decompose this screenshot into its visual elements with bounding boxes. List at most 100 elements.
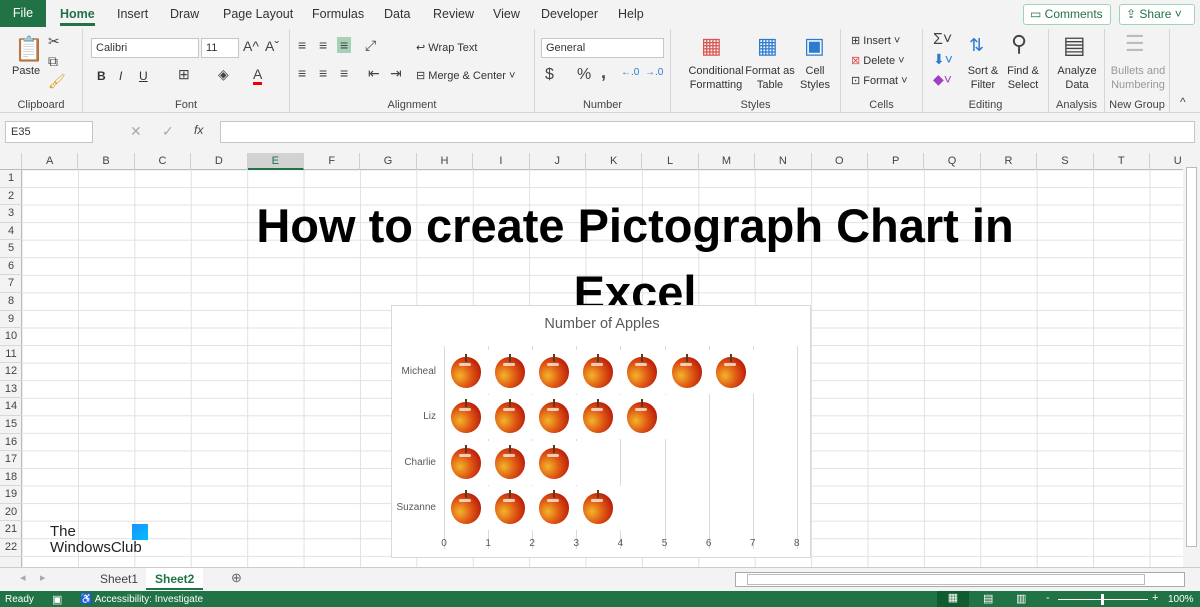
clear-icon[interactable]: ◆˅ <box>933 71 952 88</box>
increase-font-icon[interactable]: A^ <box>243 38 259 54</box>
font-color-icon[interactable]: A <box>253 66 263 85</box>
add-sheet-icon[interactable]: ⊕ <box>231 570 242 586</box>
autosum-icon[interactable]: Σ˅ <box>933 31 952 49</box>
bold-button[interactable]: B <box>97 69 106 83</box>
cancel-icon[interactable]: ✕ <box>130 123 142 140</box>
row-header[interactable]: 19 <box>0 486 22 504</box>
prev-sheet-icon[interactable]: ◂ <box>20 571 26 584</box>
row-header[interactable]: 15 <box>0 416 22 434</box>
decrease-font-icon[interactable]: Aˇ <box>265 38 279 54</box>
orientation-icon[interactable]: ⤢ <box>365 37 376 54</box>
column-header[interactable]: J <box>530 153 586 170</box>
tab-formulas[interactable]: Formulas <box>312 7 364 21</box>
insert-cells-button[interactable]: ⊞ Insert ˅ <box>851 34 900 47</box>
h-scroll-thumb[interactable] <box>747 574 1145 585</box>
comma-button[interactable]: , <box>601 62 606 83</box>
tab-data[interactable]: Data <box>384 7 410 21</box>
zoom-in-icon[interactable]: + <box>1152 592 1158 604</box>
tab-insert[interactable]: Insert <box>117 7 148 21</box>
format-painter-icon[interactable]: 🖌 <box>48 73 66 90</box>
column-header[interactable]: R <box>981 153 1038 170</box>
column-header[interactable]: A <box>22 153 79 170</box>
row-header[interactable]: 21 <box>0 521 22 539</box>
bullets-button[interactable]: Bullets and Numbering <box>1107 64 1169 92</box>
borders-icon[interactable]: ⊞ <box>178 66 190 83</box>
row-header[interactable]: 14 <box>0 398 22 416</box>
tab-draw[interactable]: Draw <box>170 7 199 21</box>
number-format-select[interactable]: General <box>541 38 664 58</box>
merge-center-button[interactable]: ⊟ Merge & Center ˅ <box>416 69 515 82</box>
row-header[interactable]: 11 <box>0 346 22 364</box>
horizontal-scrollbar[interactable] <box>735 572 1185 587</box>
wrap-text-button[interactable]: ↩ Wrap Text <box>416 41 477 54</box>
zoom-out-icon[interactable]: - <box>1046 592 1050 604</box>
align-middle-icon[interactable]: ≡ <box>319 37 327 53</box>
row-header[interactable]: 13 <box>0 381 22 399</box>
row-header[interactable]: 3 <box>0 205 22 223</box>
paste-button[interactable]: Paste <box>12 65 40 77</box>
align-left-icon[interactable]: ≡ <box>298 65 306 81</box>
name-box[interactable]: E35 <box>5 121 93 143</box>
column-header[interactable]: P <box>868 153 925 170</box>
vertical-scrollbar[interactable] <box>1183 153 1200 567</box>
fill-color-icon[interactable]: ◈ <box>218 66 229 83</box>
copy-icon[interactable]: ⧉ <box>48 53 58 70</box>
row-header[interactable]: 12 <box>0 363 22 381</box>
column-header[interactable]: K <box>586 153 643 170</box>
align-center-icon[interactable]: ≡ <box>319 65 327 81</box>
decrease-indent-icon[interactable]: ⇤ <box>368 65 380 82</box>
page-break-view-icon[interactable]: ▥ <box>1016 592 1026 605</box>
conditional-formatting-button[interactable]: Conditional Formatting <box>681 64 751 92</box>
normal-view-icon[interactable]: ▦ <box>937 591 969 607</box>
cut-icon[interactable]: ✂ <box>48 33 60 50</box>
font-size-select[interactable]: 11 <box>201 38 239 58</box>
zoom-level[interactable]: 100% <box>1168 594 1194 605</box>
column-header[interactable]: F <box>304 153 361 170</box>
row-header[interactable]: 17 <box>0 451 22 469</box>
percent-button[interactable]: % <box>577 66 591 84</box>
font-name-select[interactable]: Calibri <box>91 38 199 58</box>
enter-icon[interactable]: ✓ <box>162 123 174 140</box>
row-header[interactable]: 16 <box>0 434 22 452</box>
underline-button[interactable]: U <box>139 69 148 83</box>
column-header[interactable]: B <box>78 153 135 170</box>
row-header[interactable]: 2 <box>0 188 22 206</box>
row-header[interactable]: 1 <box>0 170 22 188</box>
row-header[interactable]: 9 <box>0 311 22 329</box>
sheet-tab-sheet1[interactable]: Sheet1 <box>100 572 138 586</box>
column-header[interactable]: O <box>812 153 868 170</box>
row-header[interactable]: 6 <box>0 258 22 276</box>
decrease-decimal-icon[interactable]: →.0 <box>645 67 663 78</box>
column-header[interactable]: E <box>247 153 304 170</box>
row-header[interactable]: 20 <box>0 504 22 522</box>
column-header[interactable]: I <box>473 153 530 170</box>
tab-file[interactable]: File <box>0 0 46 27</box>
pictograph-chart[interactable]: Number of Apples 0 1 2 3 4 5 6 7 8 Micheal Liz Char… <box>391 305 811 558</box>
page-layout-view-icon[interactable]: ▤ <box>983 592 993 605</box>
cell-styles-button[interactable]: Cell Styles <box>795 64 835 92</box>
align-bottom-icon[interactable]: ≡ <box>337 37 352 53</box>
row-header[interactable]: 4 <box>0 223 22 241</box>
align-top-icon[interactable]: ≡ <box>298 37 306 53</box>
row-header[interactable]: 10 <box>0 328 22 346</box>
row-header[interactable]: 5 <box>0 240 22 258</box>
sheet-tab-sheet2[interactable]: Sheet2 <box>146 568 204 590</box>
tab-developer[interactable]: Developer <box>541 7 598 21</box>
formula-input[interactable] <box>220 121 1195 143</box>
collapse-ribbon-icon[interactable]: ^ <box>1180 95 1186 109</box>
column-header[interactable]: Q <box>924 153 981 170</box>
delete-cells-button[interactable]: ⊠ Delete ˅ <box>851 54 905 67</box>
row-header[interactable]: 7 <box>0 275 22 293</box>
macro-record-icon[interactable]: ▣ <box>52 593 62 606</box>
column-header[interactable]: G <box>360 153 417 170</box>
fill-icon[interactable]: ⬇˅ <box>933 51 953 68</box>
analyze-data-button[interactable]: Analyze Data <box>1053 64 1101 92</box>
column-header[interactable]: T <box>1094 153 1150 170</box>
sort-filter-button[interactable]: Sort & Filter <box>963 64 1003 92</box>
scroll-thumb[interactable] <box>1186 167 1197 547</box>
column-header[interactable]: C <box>135 153 192 170</box>
align-right-icon[interactable]: ≡ <box>340 65 348 81</box>
tab-page-layout[interactable]: Page Layout <box>223 7 293 21</box>
column-header[interactable]: H <box>417 153 474 170</box>
tab-view[interactable]: View <box>493 7 520 21</box>
